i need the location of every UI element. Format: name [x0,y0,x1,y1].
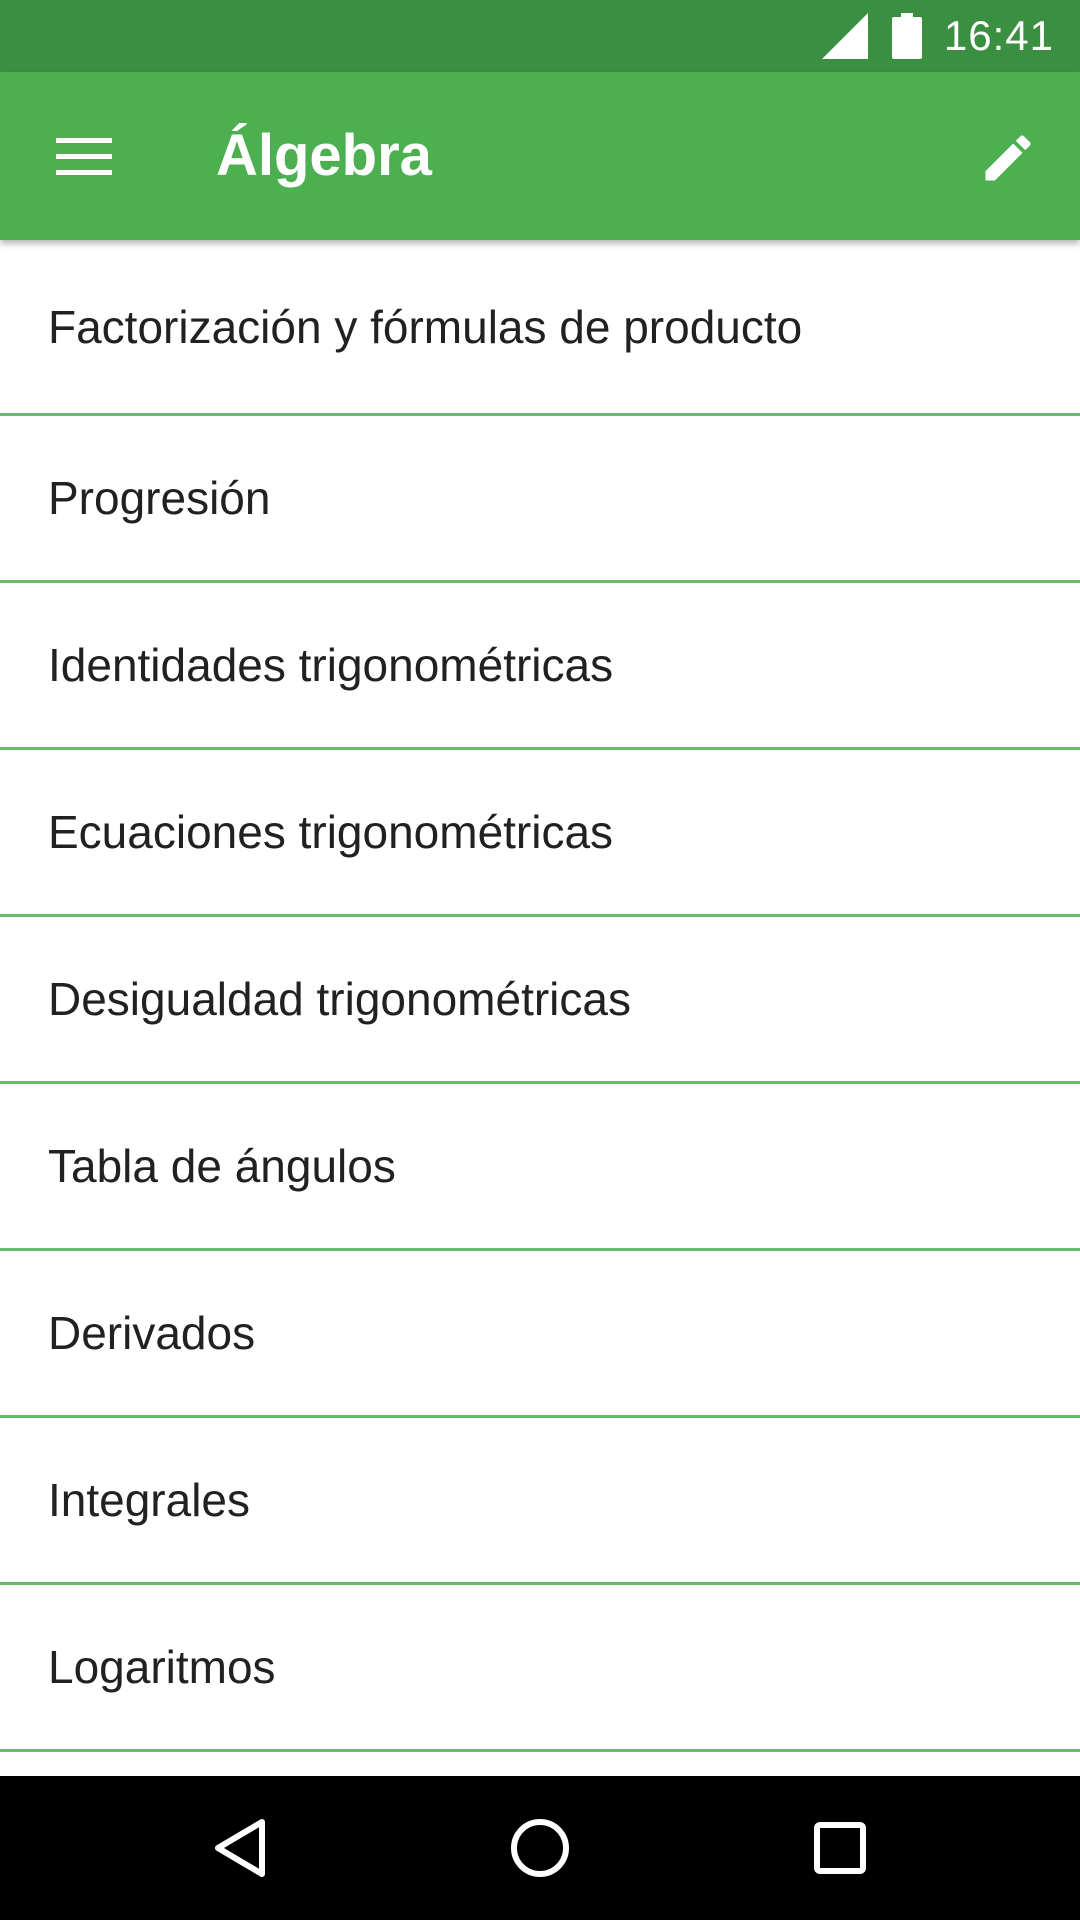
list-item-factorizacion[interactable]: Factorización y fórmulas de producto [0,240,1080,416]
list-item-integrales[interactable]: Integrales [0,1418,1080,1585]
list-item-label: Logaritmos [48,1641,276,1693]
status-time: 16:41 [943,12,1054,59]
list-item-ecuaciones[interactable]: Ecuaciones trigonométricas [0,750,1080,917]
list-item-derivados[interactable]: Derivados [0,1251,1080,1418]
home-icon[interactable] [492,1800,588,1896]
status-bar: 16:41 [0,0,1080,72]
battery-icon [891,13,922,59]
list-item-label: Progresión [48,472,271,524]
list-item-desigualdad[interactable]: Desigualdad trigonométricas [0,917,1080,1084]
list-item-label: Factorización y fórmulas de producto [48,300,803,353]
list-item-label: Integrales [48,1474,251,1526]
screen: 16:41 Álgebra Factorización y fórmulas d… [0,0,1080,1920]
list-item-label: Tabla de ángulos [48,1140,396,1192]
app-bar: Álgebra [0,72,1080,240]
status-icons: 16:41 [821,0,1054,72]
recents-icon[interactable] [792,1800,888,1896]
list-item-progresion[interactable]: Progresión [0,416,1080,583]
menu-icon[interactable] [48,120,120,192]
edit-icon[interactable] [970,120,1046,196]
list-item-label: Ecuaciones trigonométricas [48,806,614,858]
list-item-label: Derivados [48,1307,256,1359]
topic-list: Factorización y fórmulas de producto Pro… [0,240,1080,1776]
back-icon[interactable] [192,1800,288,1896]
signal-icon [821,13,868,59]
list-item-identidades[interactable]: Identidades trigonométricas [0,583,1080,750]
list-item-tabla-angulos[interactable]: Tabla de ángulos [0,1084,1080,1251]
list-item-label: Desigualdad trigonométricas [48,973,631,1025]
page-title: Álgebra [216,123,432,188]
list-item-logaritmos[interactable]: Logaritmos [0,1585,1080,1752]
navigation-bar [0,1776,1080,1920]
list-item-label: Identidades trigonométricas [48,639,614,691]
